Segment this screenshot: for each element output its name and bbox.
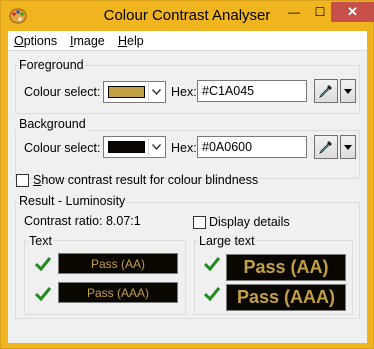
check-icon bbox=[35, 287, 51, 301]
foreground-group-label: Foreground bbox=[18, 58, 85, 72]
large-aa-result: Pass (AA) bbox=[226, 254, 346, 281]
text-aa-result: Pass (AA) bbox=[58, 253, 178, 274]
check-icon bbox=[35, 257, 51, 271]
foreground-options-button[interactable] bbox=[340, 79, 356, 103]
close-icon: ✕ bbox=[347, 4, 358, 19]
chevron-down-icon bbox=[148, 138, 164, 156]
menu-bar: Options Image Help bbox=[8, 31, 367, 51]
foreground-colour-combo[interactable] bbox=[103, 81, 166, 103]
minimize-button[interactable]: — bbox=[281, 2, 307, 22]
background-hex-input[interactable] bbox=[197, 136, 307, 158]
chevron-down-icon bbox=[148, 83, 164, 101]
app-window: Colour Contrast Analyser — ☐ ✕ Options I… bbox=[0, 0, 374, 349]
eyedropper-icon bbox=[319, 85, 332, 98]
foreground-hex-label: Hex: bbox=[171, 85, 197, 99]
background-colour-combo[interactable] bbox=[103, 136, 166, 158]
background-hex-label: Hex: bbox=[171, 141, 197, 155]
foreground-colour-select-label: Colour select: bbox=[24, 85, 101, 99]
maximize-button[interactable]: ☐ bbox=[307, 2, 333, 22]
close-button[interactable]: ✕ bbox=[331, 2, 374, 22]
text-subgroup-label: Text bbox=[28, 234, 53, 248]
check-icon bbox=[204, 287, 220, 301]
display-details-label[interactable]: Display details bbox=[209, 215, 290, 229]
menu-image[interactable]: Image bbox=[70, 34, 105, 48]
colour-blindness-checkbox[interactable] bbox=[16, 174, 29, 187]
menu-options[interactable]: Options bbox=[14, 34, 57, 48]
foreground-eyedropper-button[interactable] bbox=[314, 79, 338, 103]
triangle-down-icon bbox=[344, 88, 352, 94]
title-bar[interactable]: Colour Contrast Analyser — ☐ ✕ bbox=[1, 1, 374, 31]
large-text-subgroup-label: Large text bbox=[198, 234, 256, 248]
foreground-swatch bbox=[108, 86, 145, 98]
background-options-button[interactable] bbox=[340, 135, 356, 159]
text-aaa-result: Pass (AAA) bbox=[58, 282, 178, 303]
foreground-hex-input[interactable] bbox=[197, 80, 307, 102]
client-area: Options Image Help Foreground Colour sel… bbox=[8, 31, 367, 343]
background-swatch bbox=[108, 141, 145, 153]
minimize-icon: — bbox=[288, 5, 300, 19]
display-details-checkbox[interactable] bbox=[193, 216, 206, 229]
colour-blindness-label[interactable]: Show contrast result for colour blindnes… bbox=[33, 173, 258, 187]
text-subgroup bbox=[24, 240, 186, 315]
result-group-label: Result - Luminosity bbox=[18, 194, 127, 208]
maximize-icon: ☐ bbox=[314, 5, 326, 19]
triangle-down-icon bbox=[344, 144, 352, 150]
background-eyedropper-button[interactable] bbox=[314, 135, 338, 159]
menu-help[interactable]: Help bbox=[118, 34, 144, 48]
contrast-ratio-text: Contrast ratio: 8.07:1 bbox=[24, 214, 141, 228]
background-colour-select-label: Colour select: bbox=[24, 141, 101, 155]
check-icon bbox=[204, 257, 220, 271]
large-aaa-result: Pass (AAA) bbox=[226, 284, 346, 311]
background-group-label: Background bbox=[18, 117, 87, 131]
eyedropper-icon bbox=[319, 141, 332, 154]
